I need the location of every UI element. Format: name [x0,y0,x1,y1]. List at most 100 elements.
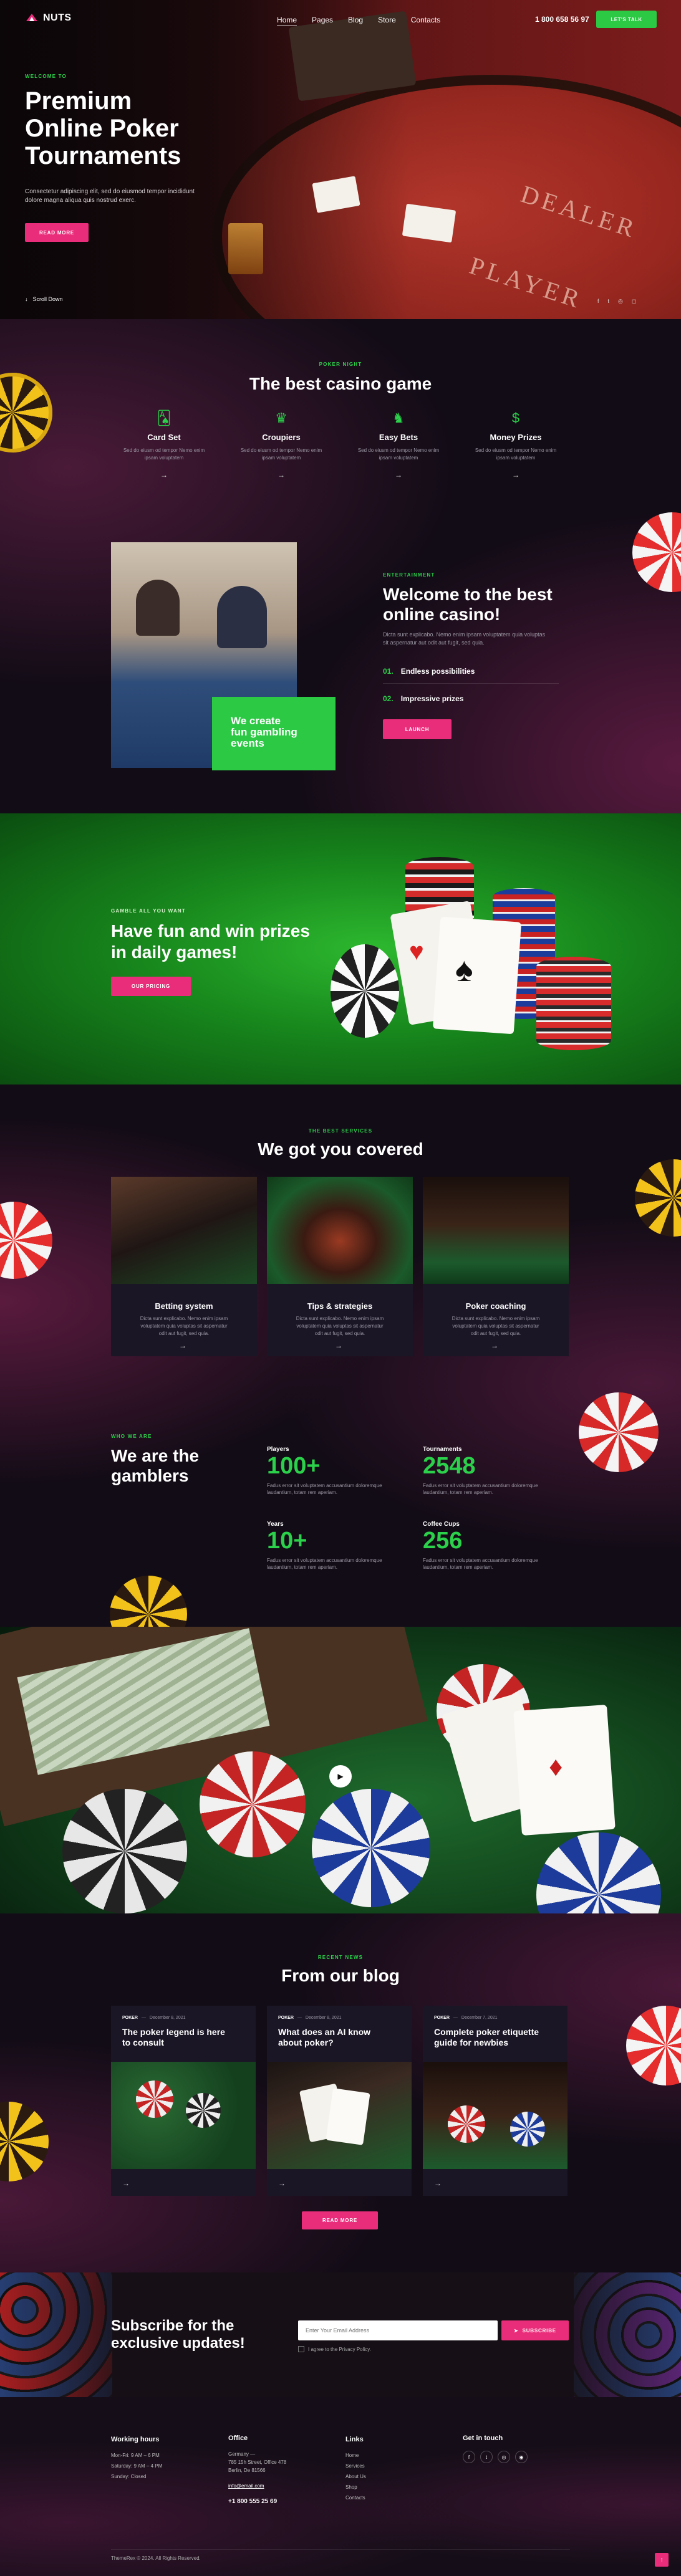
logo-text: NUTS [43,12,72,23]
service-text: Dicta sunt explicabo. Nemo enim ipsam vol… [111,1315,257,1338]
post-category[interactable]: POKER [434,2016,450,2020]
facebook-icon[interactable]: f [597,298,599,305]
checkbox[interactable] [298,2346,304,2352]
service-card[interactable]: Tips & strategies Dicta sunt explicabo. … [267,1177,413,1356]
blog-post-card[interactable]: POKER — December 8, 2021 The poker legend … [111,2006,256,2196]
feature-title: Easy Bets [379,433,418,442]
stat-text-line: laudantium, totam rem aperiam. [423,1490,493,1495]
footer-link-contacts[interactable]: Contacts [345,2492,366,2503]
stat-players: Players 100+ Fadus error sit voluptatem … [267,1446,417,1496]
blog-read-more-button[interactable]: READ MORE [302,2211,378,2229]
scroll-down-link[interactable]: ↓ Scroll Down [25,296,63,302]
send-icon: ➤ [514,2327,519,2334]
logo[interactable]: NUTS [25,12,72,24]
privacy-label: I agree to the Privacy Policy. [308,2346,371,2352]
site-header: NUTS Home Pages Blog Store Contacts 1 80… [0,0,681,39]
arrow-right-icon[interactable]: → [491,1341,498,1350]
feature-title: Croupiers [262,433,301,442]
post-category[interactable]: POKER [122,2016,138,2020]
footer-link-about[interactable]: About Us [345,2471,366,2482]
launch-button[interactable]: LAUNCH [383,719,452,739]
twitter-icon[interactable]: t [480,2451,493,2463]
dribbble-icon[interactable]: ◎ [618,298,623,305]
service-card[interactable]: Poker coaching Dicta sunt explicabo. Nem… [423,1177,569,1356]
feature-text-line: ipsam voluptatem [379,455,418,461]
footer-link-shop[interactable]: Shop [345,2482,366,2492]
arrow-right-icon[interactable]: → [434,2179,442,2188]
welcome-box-line: events [231,737,264,749]
post-title[interactable]: The poker legend is here to consult [122,2027,225,2048]
back-to-top-button[interactable]: ↑ [655,2553,669,2567]
dribbble-icon[interactable]: ◉ [515,2451,528,2463]
stat-label: Years [267,1521,284,1528]
footer-heading: Working hours [111,2436,160,2443]
service-card[interactable]: Betting system Dicta sunt explicabo. Nem… [111,1177,257,1356]
arrow-right-icon[interactable]: → [335,1341,342,1350]
welcome-highlight-box: We create fun gambling events [212,697,336,770]
arrow-right-icon[interactable]: → [339,471,458,479]
post-title[interactable]: What does an AI know about poker? [278,2027,370,2048]
office-line: Germany — [228,2451,256,2457]
feature-text-line: Sed do eiusm od tempor Nemo enim [475,448,557,453]
facebook-icon[interactable]: f [463,2451,475,2463]
post-date: December 8, 2021 [305,2016,342,2020]
play-icon[interactable]: ▶ [329,1765,352,1788]
blog-post-card[interactable]: POKER — December 8, 2021 What does an AI k… [267,2006,412,2196]
stat-text-line: laudantium, totam rem aperiam. [423,1564,493,1570]
welcome-list-item: 02. Impressive prizes [383,694,463,703]
service-text-line: odit aut fugit, sed quia. [158,1331,210,1336]
nav-contacts[interactable]: Contacts [411,16,440,26]
nav-home[interactable]: Home [277,16,297,26]
stat-coffee-cups: Coffee Cups 256 Fadus error sit voluptat… [423,1521,572,1571]
subscribe-button[interactable]: ➤ SUBSCRIBE [501,2320,569,2340]
decor-chip-red [579,1392,659,1472]
header-phone[interactable]: 1 800 658 56 97 [535,15,589,24]
stat-text-line: Fadus error sit voluptatem accusantium d… [423,1558,538,1563]
hero-title-line: Tournaments [25,142,181,170]
decor-chip-red [626,2006,681,2085]
arrow-right-icon[interactable]: → [278,2179,286,2188]
post-title[interactable]: Complete poker etiquette guide for newbie… [434,2027,539,2048]
footer-phone[interactable]: +1 800 555 25 69 [228,2497,286,2506]
nav-blog[interactable]: Blog [348,16,363,26]
blog-post-card[interactable]: POKER — December 7, 2021 Complete poker et… [423,2006,568,2196]
post-category[interactable]: POKER [278,2016,294,2020]
arrow-right-icon[interactable]: → [222,471,340,479]
feature-text-line: Sed do eiusm od tempor Nemo enim [123,448,205,453]
scroll-down-label: Scroll Down [32,296,63,302]
service-text: Dicta sunt explicabo. Nemo enim ipsam vol… [267,1315,413,1338]
our-pricing-button[interactable]: OUR PRICING [111,977,191,996]
welcome-title-line: Welcome to the best [383,585,553,604]
instagram-icon[interactable]: ◎ [498,2451,510,2463]
hero-read-more-button[interactable]: READ MORE [25,223,89,242]
gamblers-title: We are the gamblers [111,1446,199,1486]
footer-social-icons: f t ◎ ◉ [463,2451,528,2463]
stat-text: Fadus error sit voluptatem accusantium d… [267,1557,417,1571]
decor-chip-yellow [635,1159,681,1237]
email-input[interactable] [298,2320,498,2340]
privacy-agree[interactable]: I agree to the Privacy Policy. [298,2346,371,2352]
lets-talk-button[interactable]: LET'S TALK [596,11,657,28]
nav-pages[interactable]: Pages [312,16,333,26]
stat-text-line: laudantium, totam rem aperiam. [267,1490,337,1495]
welcome-list-item: 01. Endless possibilities [383,667,475,676]
feature-money-prizes: $ Money Prizes Sed do eiusm od tempor Ne… [456,410,575,479]
service-title: Betting system [155,1301,213,1311]
service-text-line: Dicta sunt explicabo. Nemo enim ipsam [452,1316,540,1321]
footer-link-home[interactable]: Home [345,2450,366,2461]
arrow-right-icon[interactable]: → [122,2179,130,2188]
gamblers-title-line: We are the [111,1446,200,1465]
post-meta: POKER — December 8, 2021 [122,2016,186,2020]
arrow-right-icon[interactable]: → [179,1341,186,1350]
footer-email[interactable]: info@email.com [228,2482,286,2490]
arrow-right-icon[interactable]: → [105,471,223,479]
office-line: 785 15h Street, Office 478 [228,2459,287,2465]
footer-touch: Get in touch f t ◎ ◉ [463,2435,528,2463]
twitter-icon[interactable]: t [608,298,610,305]
arrow-right-icon[interactable]: → [456,471,575,479]
nav-store[interactable]: Store [378,16,396,26]
post-date: December 8, 2021 [149,2016,186,2020]
instagram-icon[interactable]: ◻ [632,298,636,305]
footer-link-services[interactable]: Services [345,2461,366,2471]
subscribe-title-line: exclusive updates! [111,2335,245,2352]
